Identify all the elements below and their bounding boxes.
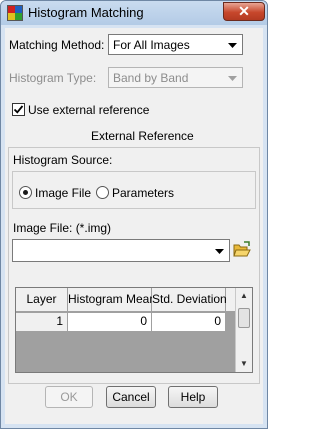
dropdown-arrow-icon — [228, 43, 237, 48]
close-icon: ✕ — [238, 3, 250, 19]
scroll-down-icon[interactable]: ▼ — [236, 356, 252, 372]
checkmark-icon — [13, 105, 24, 114]
use-external-reference-checkbox[interactable] — [12, 103, 25, 116]
folder-open-icon[interactable] — [233, 241, 251, 259]
close-button[interactable]: ✕ — [223, 2, 265, 21]
matching-method-label: Matching Method: — [9, 38, 105, 52]
table-row-layer: 1 — [16, 313, 68, 331]
window-title: Histogram Matching — [28, 5, 144, 20]
title-bar[interactable]: Histogram Matching ✕ — [1, 1, 267, 25]
histogram-type-select[interactable]: Band by Band — [108, 67, 243, 88]
table-cell-std-deviation[interactable]: 0 — [152, 313, 226, 331]
ok-button[interactable]: OK — [45, 386, 93, 408]
scroll-up-icon[interactable]: ▲ — [236, 288, 252, 304]
dropdown-arrow-icon — [228, 76, 237, 81]
cancel-button[interactable]: Cancel — [106, 386, 156, 408]
parameters-radio[interactable] — [96, 186, 109, 199]
column-header-std-deviation[interactable]: Std. Deviation — [152, 288, 227, 312]
image-file-input[interactable] — [12, 239, 230, 262]
dropdown-arrow-icon — [215, 249, 224, 254]
parameters-radio-label: Parameters — [112, 186, 175, 200]
use-external-reference-label: Use external reference — [28, 103, 150, 117]
image-file-label: Image File: (*.img) — [13, 221, 112, 235]
column-header-filler — [226, 288, 235, 312]
image-file-radio-label: Image File — [35, 186, 92, 200]
scroll-thumb[interactable] — [238, 308, 250, 328]
histogram-type-label: Histogram Type: — [9, 71, 97, 85]
matching-method-select[interactable]: For All Images — [108, 34, 243, 55]
help-button[interactable]: Help — [168, 386, 218, 408]
image-file-radio[interactable] — [19, 186, 32, 199]
matching-method-value: For All Images — [113, 38, 190, 52]
table-cell-histogram-mean[interactable]: 0 — [68, 313, 152, 331]
reference-table: Layer Histogram Mean Std. Deviation 1 0 … — [15, 287, 253, 373]
histogram-source-label: Histogram Source: — [13, 153, 113, 167]
histogram-matching-window: Histogram Matching ✕ Matching Method: Fo… — [0, 0, 268, 429]
external-reference-heading: External Reference — [91, 129, 194, 143]
dialog-body: Matching Method: For All Images Histogra… — [5, 28, 263, 424]
histogram-type-value: Band by Band — [113, 71, 189, 85]
column-header-histogram-mean[interactable]: Histogram Mean — [68, 288, 156, 312]
table-vertical-scrollbar[interactable]: ▲ ▼ — [235, 288, 252, 372]
app-icon — [7, 5, 23, 21]
column-header-layer[interactable]: Layer — [16, 288, 68, 312]
